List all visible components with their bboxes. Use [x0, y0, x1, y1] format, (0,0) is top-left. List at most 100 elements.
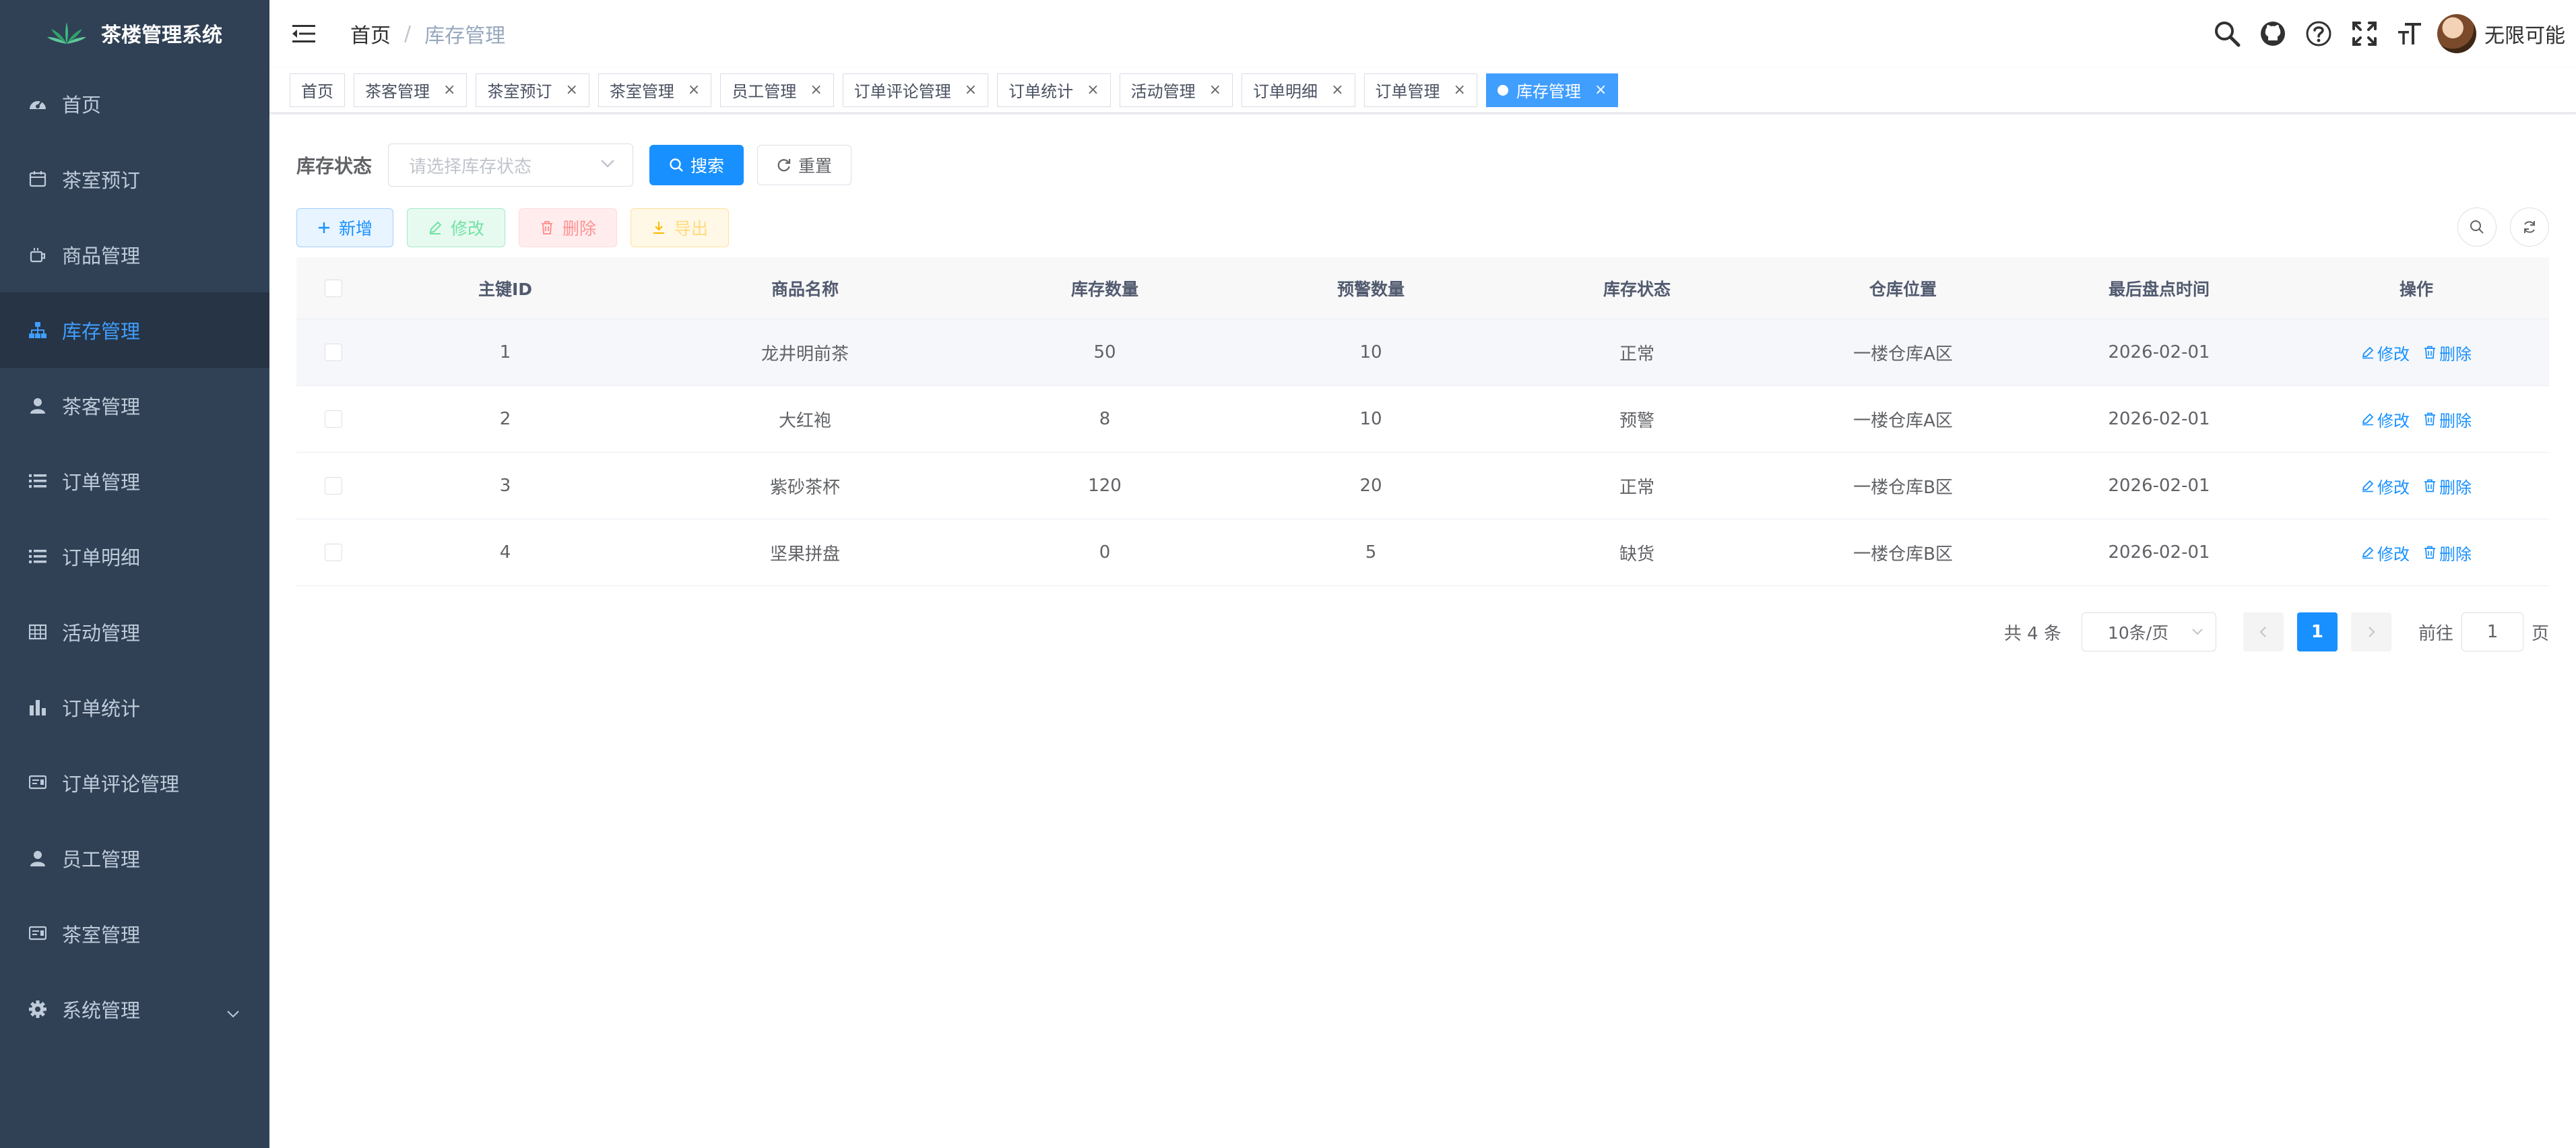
tag-9[interactable]: 订单管理 ×: [1363, 73, 1477, 107]
sidebar-item-10[interactable]: 员工管理: [0, 821, 269, 896]
tag-7[interactable]: 活动管理 ×: [1119, 73, 1233, 107]
breadcrumb-separator: /: [404, 22, 412, 46]
row-checkbox[interactable]: [325, 477, 342, 495]
next-page-button[interactable]: [2350, 612, 2391, 651]
trash-icon: [2424, 346, 2435, 359]
list-icon: [27, 546, 49, 567]
row-checkbox[interactable]: [325, 410, 342, 428]
sidebar-item-2[interactable]: 商品管理: [0, 217, 269, 292]
cell-id: 4: [499, 542, 511, 563]
row-delete-link[interactable]: 删除: [2423, 541, 2472, 565]
sidebar-item-1[interactable]: 茶室预订: [0, 141, 269, 217]
pagination-total: 共 4 条: [2003, 623, 2061, 644]
tag-label: 活动管理: [1130, 82, 1196, 101]
tag-3[interactable]: 茶室管理 ×: [598, 73, 712, 107]
sidebar-menu: 首页茶室预订商品管理库存管理 茶客管理 订单管理 订单明细 活动管理 订单统计订单评论管理…: [0, 66, 269, 1047]
sidebar-item-3[interactable]: 库存管理: [0, 292, 269, 368]
trash-icon: [2424, 479, 2435, 492]
tag-8[interactable]: 订单明细 ×: [1242, 73, 1355, 107]
row-delete-link[interactable]: 删除: [2423, 408, 2472, 431]
prev-page-button[interactable]: [2243, 612, 2284, 651]
sidebar-item-label: 茶室预订: [62, 169, 141, 192]
tag-4[interactable]: 员工管理 ×: [720, 73, 834, 107]
close-icon[interactable]: ×: [1331, 82, 1343, 98]
close-icon[interactable]: ×: [1087, 82, 1099, 98]
search-button[interactable]: 搜索: [649, 145, 744, 185]
table-row[interactable]: 4 坚果拼盘 0 5 缺货 一楼仓库B区 2026-02-01 修改 删除: [296, 519, 2549, 586]
sidebar-item-12[interactable]: 系统管理: [0, 971, 269, 1047]
dashboard-icon: [27, 93, 49, 115]
sidebar-item-0[interactable]: 首页: [0, 66, 269, 141]
sidebar-item-label: 订单评论管理: [62, 773, 180, 796]
sidebar-item-11[interactable]: 茶室管理: [0, 896, 269, 971]
row-edit-link[interactable]: 修改: [2361, 341, 2410, 364]
sidebar-item-label: 商品管理: [62, 245, 141, 267]
table-row[interactable]: 3 紫砂茶杯 120 20 正常 一楼仓库B区 2026-02-01 修改 删除: [296, 453, 2549, 519]
reset-button[interactable]: 重置: [757, 145, 852, 185]
sidebar-item-8[interactable]: 订单统计: [0, 670, 269, 745]
page-size-select[interactable]: 10条/页: [2081, 612, 2216, 651]
list-icon: [27, 470, 49, 492]
trash-icon: [2424, 412, 2435, 426]
delete-button[interactable]: 删除: [519, 208, 618, 247]
sidebar-item-9[interactable]: 订单评论管理: [0, 745, 269, 821]
row-checkbox[interactable]: [325, 544, 342, 561]
add-button-label: 新增: [339, 219, 373, 238]
sidebar-item-6[interactable]: 订单明细: [0, 519, 269, 594]
select-all-checkbox[interactable]: [325, 279, 342, 297]
close-icon[interactable]: ×: [1209, 82, 1221, 98]
row-delete-link[interactable]: 删除: [2423, 474, 2472, 498]
tag-2[interactable]: 茶室预订 ×: [476, 73, 589, 107]
edit-button[interactable]: 修改: [407, 208, 506, 247]
goto-page-input[interactable]: 1: [2461, 612, 2523, 651]
search-icon[interactable]: [2212, 19, 2242, 49]
export-button-label: 导出: [674, 219, 709, 238]
font-size-icon[interactable]: [2395, 19, 2425, 49]
table-row[interactable]: 2 大红袍 8 10 预警 一楼仓库A区 2026-02-01 修改 删除: [296, 386, 2549, 453]
toggle-search-button[interactable]: [2457, 208, 2497, 247]
user-icon: [27, 848, 49, 869]
fullscreen-icon[interactable]: [2350, 19, 2379, 49]
close-icon[interactable]: ×: [965, 82, 977, 98]
action-toolbar: 新增 修改 删除 导出: [296, 208, 742, 248]
tag-1[interactable]: 茶客管理 ×: [354, 73, 468, 107]
tag-10[interactable]: 库存管理 ×: [1485, 73, 1619, 107]
close-icon[interactable]: ×: [688, 82, 700, 98]
close-icon[interactable]: ×: [1595, 82, 1607, 98]
sidebar-item-4[interactable]: 茶客管理: [0, 368, 269, 443]
export-button[interactable]: 导出: [631, 208, 730, 247]
add-button[interactable]: 新增: [296, 208, 394, 247]
edit-icon: [2362, 480, 2374, 492]
refresh-table-button[interactable]: [2510, 208, 2549, 247]
tag-label: 订单管理: [1375, 82, 1440, 101]
close-icon[interactable]: ×: [810, 82, 822, 98]
row-edit-link[interactable]: 修改: [2361, 541, 2410, 565]
user-avatar[interactable]: [2437, 14, 2476, 53]
table-row[interactable]: 1 龙井明前茶 50 10 正常 一楼仓库A区 2026-02-01 修改 删除: [296, 319, 2549, 386]
github-icon[interactable]: [2258, 19, 2288, 49]
refresh-icon: [777, 159, 791, 172]
stock-status-select[interactable]: 请选择库存状态: [388, 144, 634, 187]
tag-6[interactable]: 订单统计 ×: [997, 73, 1111, 107]
row-edit-link[interactable]: 修改: [2361, 408, 2410, 431]
breadcrumb-home[interactable]: 首页: [350, 19, 391, 49]
hamburger-icon[interactable]: [292, 21, 318, 46]
edit-icon: [2362, 546, 2374, 559]
row-edit-link[interactable]: 修改: [2361, 474, 2410, 498]
close-icon[interactable]: ×: [443, 82, 455, 98]
username[interactable]: 无限可能: [2484, 19, 2565, 49]
gear-icon: [27, 998, 49, 1020]
row-delete-link[interactable]: 删除: [2423, 341, 2472, 364]
help-icon[interactable]: [2304, 19, 2333, 49]
close-icon[interactable]: ×: [565, 82, 577, 98]
tag-5[interactable]: 订单评论管理 ×: [842, 73, 989, 107]
cell-name: 坚果拼盘: [769, 544, 840, 565]
tag-0[interactable]: 首页: [290, 73, 345, 107]
row-actions: 修改 删除: [2284, 474, 2549, 498]
page-number-current[interactable]: 1: [2296, 612, 2338, 651]
close-icon[interactable]: ×: [1454, 82, 1466, 98]
tea-leaf-logo-icon: [47, 22, 86, 44]
sidebar-item-7[interactable]: 活动管理: [0, 594, 269, 670]
sidebar-item-5[interactable]: 订单管理: [0, 443, 269, 519]
row-checkbox[interactable]: [325, 344, 342, 361]
